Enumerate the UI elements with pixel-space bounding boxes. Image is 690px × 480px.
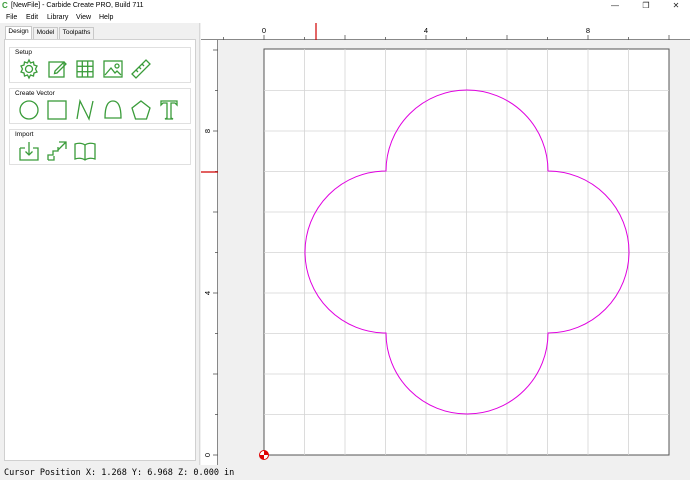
image-icon[interactable] [101, 57, 125, 81]
menu-help[interactable]: Help [99, 13, 113, 22]
tab-content: Setup Create Vector Import [4, 39, 196, 461]
polyline-icon[interactable] [73, 98, 97, 122]
ruler-left-label-4: 4 [203, 291, 212, 295]
open-book-icon[interactable] [73, 139, 97, 163]
import-title: Import [15, 131, 34, 138]
setup-title: Setup [15, 49, 32, 56]
tab-design[interactable]: Design [5, 26, 32, 39]
ruler-top-label-8: 8 [586, 26, 590, 35]
left-ruler-ticks [213, 49, 218, 456]
menu-bar: File Edit Library View Help [0, 12, 690, 23]
top-ruler-ticks [223, 35, 670, 40]
create-vector-group: Create Vector [9, 88, 191, 124]
gear-icon[interactable] [17, 57, 41, 81]
menu-file[interactable]: File [6, 13, 17, 22]
edit-job-icon[interactable] [45, 57, 69, 81]
ruler-left-label-8: 8 [203, 129, 212, 133]
grid-icon[interactable] [73, 57, 97, 81]
ruler-top-label-0: 0 [262, 26, 266, 35]
status-bar: Cursor Position X: 1.268 Y: 6.968 Z: 0.0… [0, 465, 690, 480]
curve-icon[interactable] [101, 98, 125, 122]
cursor-position-readout: Cursor Position X: 1.268 Y: 6.968 Z: 0.0… [4, 468, 235, 478]
design-panel: Design Model Toolpaths Setup Create Vect… [0, 23, 200, 465]
polygon-icon[interactable] [129, 98, 153, 122]
canvas-drawing[interactable]: 0 4 8 8 4 0 [201, 23, 690, 465]
rectangle-icon[interactable] [45, 98, 69, 122]
ruler-left-label-0: 0 [203, 453, 212, 457]
menu-library[interactable]: Library [47, 13, 68, 22]
menu-view[interactable]: View [76, 13, 91, 22]
tab-toolpaths[interactable]: Toolpaths [59, 27, 94, 39]
title-bar: C [NewFile] - Carbide Create PRO, Build … [0, 0, 690, 12]
close-icon[interactable]: ✕ [661, 0, 690, 12]
tab-model[interactable]: Model [33, 27, 58, 39]
create-vector-title: Create Vector [15, 90, 55, 97]
restore-icon[interactable]: ❐ [631, 0, 661, 12]
circle-icon[interactable] [17, 98, 41, 122]
setup-group: Setup [9, 47, 191, 83]
window-title: [NewFile] - Carbide Create PRO, Build 71… [11, 2, 144, 9]
import-dxf-icon[interactable] [45, 139, 69, 163]
import-svg-icon[interactable] [17, 139, 41, 163]
menu-edit[interactable]: Edit [26, 13, 38, 22]
ruler-icon[interactable] [129, 57, 153, 81]
text-icon[interactable] [157, 98, 181, 122]
import-group: Import [9, 129, 191, 165]
carbide-c-icon: C [2, 1, 8, 10]
ruler-top-label-4: 4 [424, 26, 428, 35]
minimize-icon[interactable]: — [600, 0, 630, 12]
origin-marker [259, 450, 269, 460]
